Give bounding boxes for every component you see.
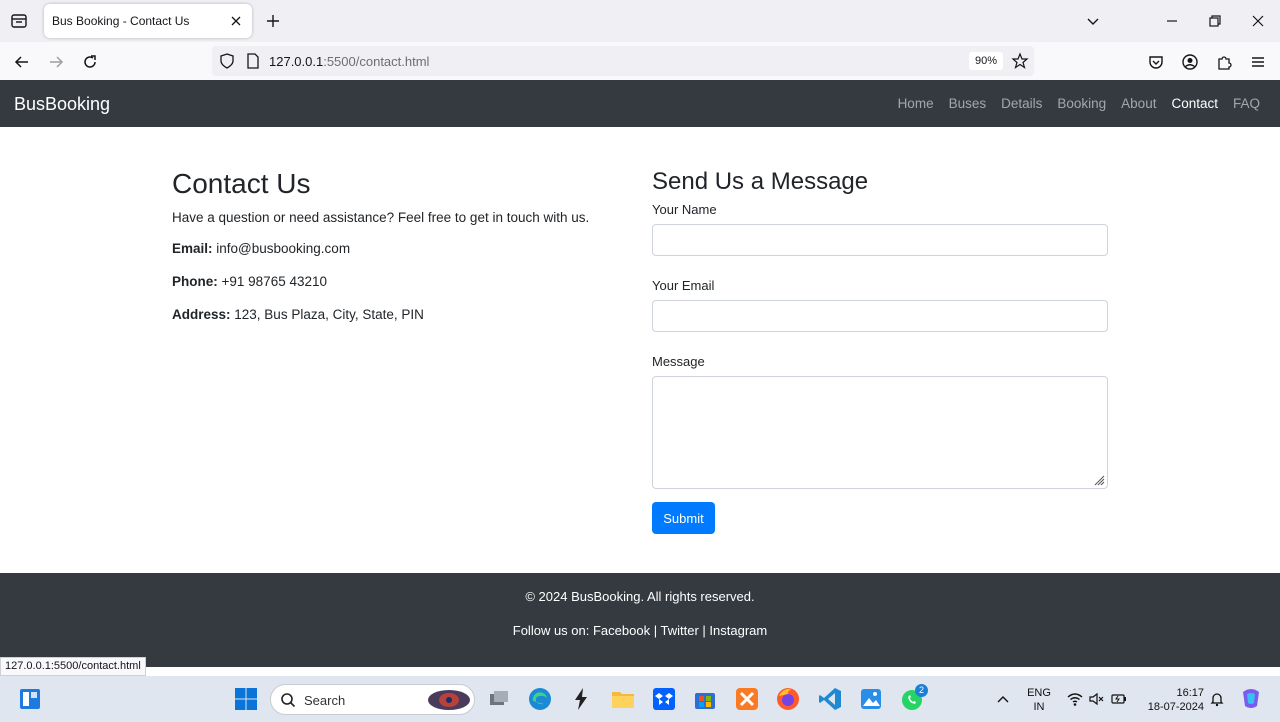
- contact-address: Address: 123, Bus Plaza, City, State, PI…: [172, 307, 424, 322]
- search-highlight-icon: [427, 689, 471, 711]
- address-bar[interactable]: 127.0.0.1:5500/contact.html 90%: [212, 46, 1034, 76]
- menu-icon[interactable]: [1247, 51, 1269, 73]
- status-bar-url: 127.0.0.1:5500/contact.html: [0, 657, 146, 676]
- pocket-icon[interactable]: [1145, 51, 1167, 73]
- zoom-level[interactable]: 90%: [969, 52, 1004, 70]
- separator: |: [702, 623, 706, 638]
- resize-grip-icon[interactable]: [1093, 474, 1105, 486]
- browser-toolbar: 127.0.0.1:5500/contact.html 90%: [0, 42, 1280, 80]
- name-input[interactable]: [652, 224, 1108, 256]
- email-input[interactable]: [652, 300, 1108, 332]
- wifi-icon[interactable]: [1066, 691, 1084, 707]
- dropbox-icon[interactable]: [651, 686, 677, 712]
- nav-link-faq[interactable]: FAQ: [1233, 96, 1260, 111]
- shield-icon[interactable]: [218, 52, 236, 70]
- footer-copyright: © 2024 BusBooking. All rights reserved.: [525, 589, 755, 604]
- firefox-icon[interactable]: [775, 686, 801, 712]
- store-icon[interactable]: [692, 686, 718, 712]
- restore-icon[interactable]: [1204, 10, 1226, 32]
- minimize-icon[interactable]: [1161, 10, 1183, 32]
- search-placeholder: Search: [304, 693, 346, 708]
- file-explorer-icon[interactable]: [610, 686, 636, 712]
- site-footer: © 2024 BusBooking. All rights reserved. …: [0, 573, 1280, 667]
- volume-muted-icon[interactable]: [1088, 691, 1106, 707]
- copilot-icon[interactable]: [1238, 686, 1264, 712]
- xampp-icon[interactable]: [734, 686, 760, 712]
- browser-tabstrip: Bus Booking - Contact Us: [0, 0, 1280, 42]
- windows-start-icon[interactable]: [233, 686, 259, 712]
- tray-chevron-up-icon[interactable]: [995, 692, 1011, 708]
- nav-link-about[interactable]: About: [1121, 96, 1156, 111]
- instagram-link[interactable]: Instagram: [709, 623, 767, 638]
- nav-link-booking[interactable]: Booking: [1057, 96, 1106, 111]
- language-indicator[interactable]: ENG IN: [1022, 686, 1056, 714]
- nav-link-buses[interactable]: Buses: [949, 96, 987, 111]
- taskbar: Search 2 ENG IN 16:17 18-07-2024: [0, 676, 1280, 722]
- message-label: Message: [652, 354, 705, 369]
- new-tab-icon[interactable]: [262, 10, 284, 32]
- submit-button[interactable]: Submit: [652, 502, 715, 534]
- extensions-icon[interactable]: [1213, 51, 1235, 73]
- contact-phone: Phone: +91 98765 43210: [172, 274, 327, 289]
- taskbar-search[interactable]: Search: [270, 684, 475, 715]
- email-label: Your Email: [652, 278, 715, 293]
- whatsapp-notification-badge: 2: [915, 684, 928, 697]
- form-title: Send Us a Message: [652, 168, 869, 195]
- close-tab-icon[interactable]: [228, 13, 244, 29]
- task-view-icon[interactable]: [486, 686, 512, 712]
- page-title: Contact Us: [172, 168, 311, 199]
- name-label: Your Name: [652, 202, 717, 217]
- notification-bell-icon[interactable]: [1209, 691, 1225, 707]
- site-navbar: BusBooking Home Buses Details Booking Ab…: [0, 80, 1280, 127]
- nav-link-home[interactable]: Home: [898, 96, 934, 111]
- follow-label: Follow us on:: [512, 623, 590, 638]
- photos-icon[interactable]: [858, 686, 884, 712]
- tab-list-icon[interactable]: [8, 10, 30, 32]
- contact-form: Send Us a Message Your Name Your Email M…: [652, 168, 1108, 534]
- list-all-tabs-chevron-icon[interactable]: [1082, 10, 1104, 32]
- message-textarea[interactable]: [652, 376, 1108, 489]
- browser-tab-active[interactable]: Bus Booking - Contact Us: [44, 4, 252, 38]
- copilot-lightning-icon[interactable]: [568, 686, 594, 712]
- close-window-icon[interactable]: [1247, 10, 1269, 32]
- nav-link-contact[interactable]: Contact: [1171, 96, 1218, 111]
- facebook-link[interactable]: Facebook: [593, 623, 650, 638]
- footer-social: Follow us on: Facebook | Twitter | Insta…: [0, 623, 1280, 638]
- nav-links: Home Buses Details Booking About Contact…: [898, 96, 1260, 111]
- url-text[interactable]: 127.0.0.1:5500/contact.html: [269, 54, 429, 69]
- battery-icon[interactable]: [1110, 691, 1128, 707]
- reload-icon[interactable]: [79, 51, 101, 73]
- bookmark-star-icon[interactable]: [1011, 52, 1029, 70]
- contact-info: Contact Us Have a question or need assis…: [172, 168, 612, 340]
- contact-intro: Have a question or need assistance? Feel…: [172, 210, 590, 225]
- search-icon: [280, 692, 296, 708]
- clock[interactable]: 16:17 18-07-2024: [1138, 686, 1204, 714]
- site-brand[interactable]: BusBooking: [14, 94, 110, 115]
- back-arrow-icon[interactable]: [11, 51, 33, 73]
- edge-icon[interactable]: [527, 686, 553, 712]
- twitter-link[interactable]: Twitter: [660, 623, 698, 638]
- tab-title: Bus Booking - Contact Us: [52, 14, 190, 28]
- page-icon: [244, 52, 262, 70]
- widgets-icon[interactable]: [17, 686, 43, 712]
- vscode-icon[interactable]: [817, 686, 843, 712]
- separator: |: [653, 623, 658, 638]
- account-icon[interactable]: [1179, 51, 1201, 73]
- contact-email: Email: info@busbooking.com: [172, 241, 351, 256]
- nav-link-details[interactable]: Details: [1001, 96, 1042, 111]
- forward-arrow-icon[interactable]: [45, 51, 67, 73]
